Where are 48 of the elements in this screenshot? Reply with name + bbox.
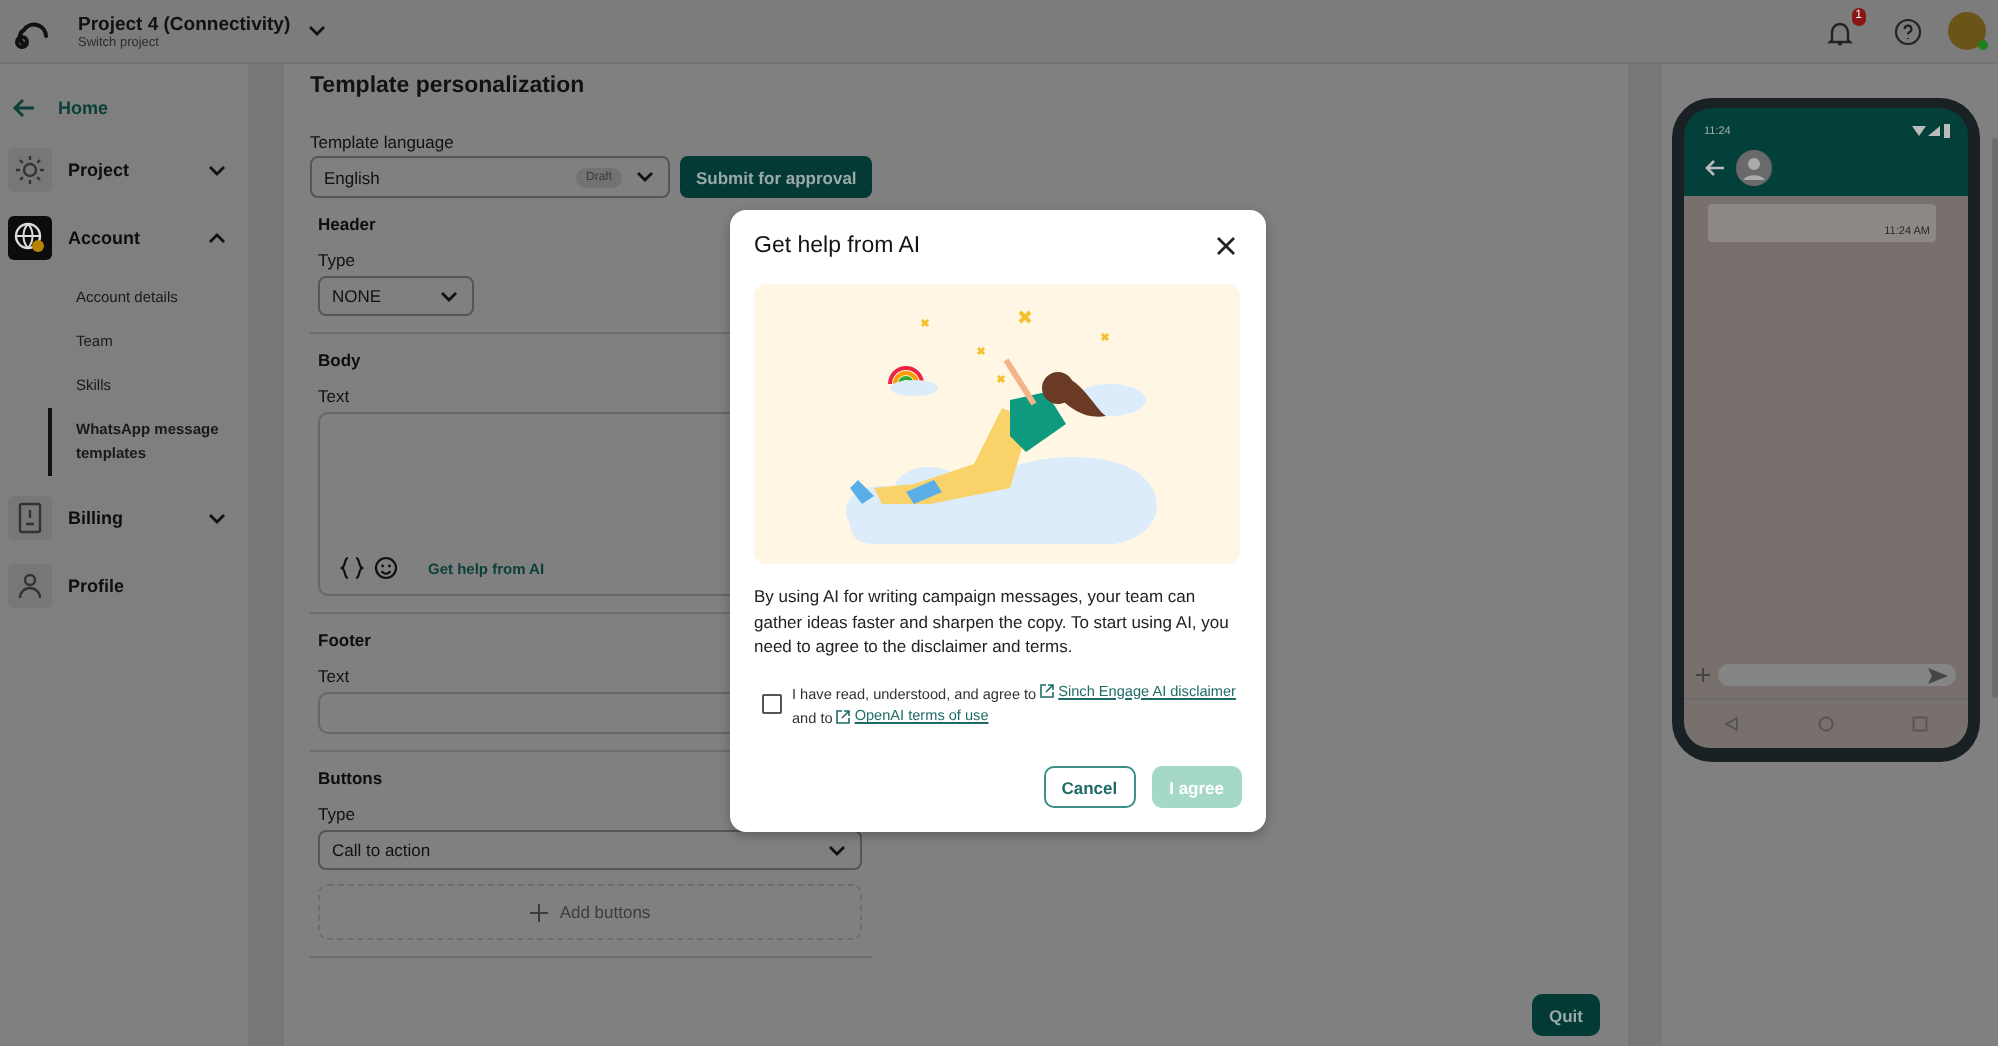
online-dot bbox=[1978, 40, 1988, 50]
bell-icon[interactable] bbox=[1826, 17, 1854, 45]
square-icon bbox=[1912, 716, 1929, 732]
triangle-icon bbox=[1723, 716, 1740, 732]
nav-label: Account bbox=[68, 228, 142, 248]
close-icon[interactable] bbox=[1216, 236, 1236, 256]
nav-label: Project bbox=[68, 160, 132, 180]
field-label: Type bbox=[318, 250, 357, 270]
field-label: Template language bbox=[310, 132, 456, 152]
field-label: Text bbox=[318, 386, 352, 406]
section-heading: Footer bbox=[318, 630, 371, 650]
type-select[interactable]: NONE bbox=[318, 276, 474, 316]
cancel-button[interactable]: Cancel bbox=[1043, 766, 1136, 808]
contact-avatar-icon bbox=[1736, 150, 1772, 186]
external-link-icon bbox=[836, 709, 851, 723]
person-icon bbox=[8, 564, 52, 608]
help-icon[interactable] bbox=[1894, 17, 1922, 45]
status-icons-icon bbox=[1912, 124, 1952, 138]
globe-icon bbox=[8, 216, 52, 260]
external-link-icon bbox=[1040, 683, 1055, 698]
add-buttons-button[interactable]: Add buttons bbox=[318, 884, 862, 940]
braces-icon[interactable] bbox=[340, 556, 364, 580]
quit-button[interactable]: Quit bbox=[1532, 994, 1600, 1036]
nav-label: Profile bbox=[68, 576, 127, 596]
send-icon bbox=[1928, 667, 1948, 683]
home-link[interactable]: Home bbox=[58, 98, 109, 118]
arrow-left-icon[interactable] bbox=[12, 96, 36, 120]
arrow-left-icon bbox=[1704, 158, 1724, 178]
project-name[interactable]: Project 4 (Connectivity) bbox=[78, 13, 291, 35]
section-heading: Buttons bbox=[318, 768, 383, 788]
nav-item[interactable]: Project bbox=[0, 140, 248, 200]
emoji-icon[interactable] bbox=[374, 556, 398, 580]
plus-icon bbox=[529, 903, 548, 921]
field-label: Type bbox=[318, 804, 357, 824]
plus-icon bbox=[1696, 668, 1710, 682]
section-heading: Header bbox=[318, 214, 376, 234]
section-heading: Body bbox=[318, 350, 361, 370]
section-title: Template personalization bbox=[310, 74, 587, 98]
nav-item[interactable]: Account bbox=[0, 208, 248, 268]
nav-item[interactable]: Billing bbox=[0, 488, 248, 548]
dialog-title: Get help from AI bbox=[754, 234, 921, 258]
document-icon bbox=[8, 496, 52, 540]
submit-button[interactable]: Submit for approval bbox=[680, 156, 873, 198]
field-label: Text bbox=[318, 666, 352, 686]
circle-icon bbox=[1817, 716, 1834, 732]
nav-label: Billing bbox=[68, 508, 125, 528]
nav-item[interactable]: Profile bbox=[0, 556, 248, 616]
consent-checkbox[interactable] bbox=[762, 694, 782, 715]
